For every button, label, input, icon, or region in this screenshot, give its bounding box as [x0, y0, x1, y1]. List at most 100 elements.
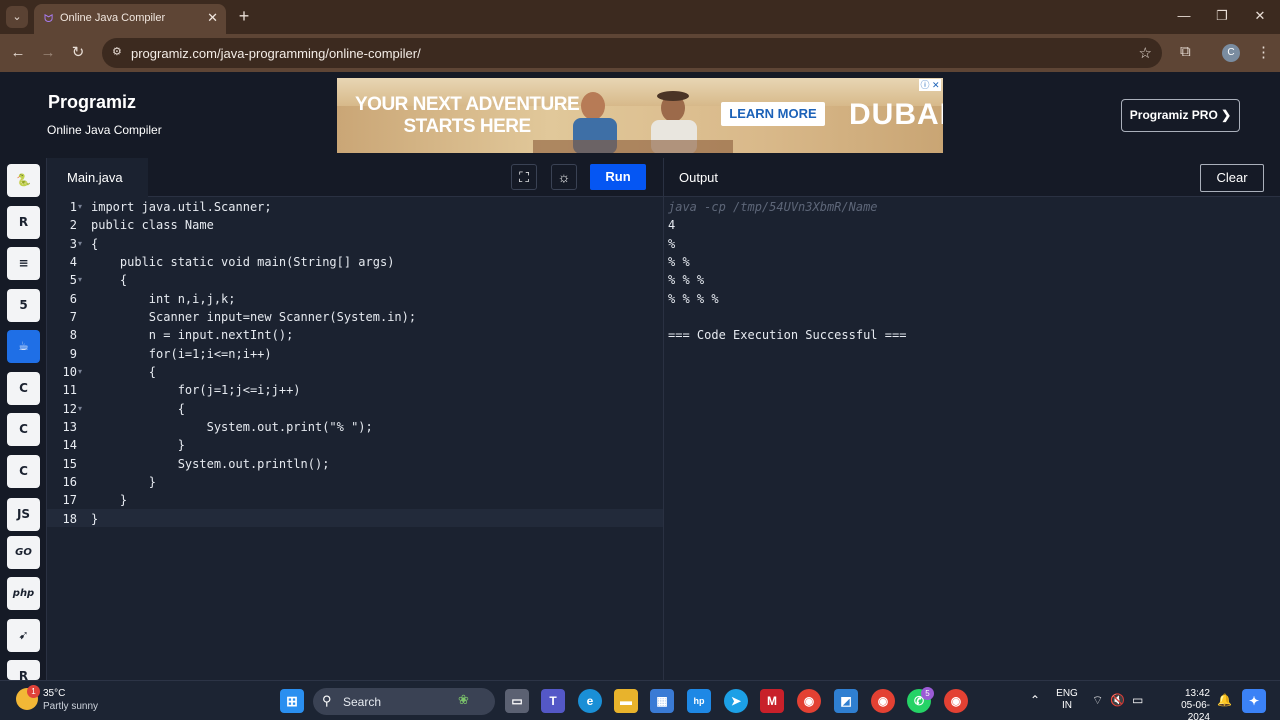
ad-brand-logo: DUBAI: [849, 98, 943, 131]
chrome-icon[interactable]: ◉: [797, 689, 821, 713]
taskbar-search[interactable]: ⚲ Search ❀: [313, 688, 495, 715]
fold-icon[interactable]: ▾: [78, 399, 86, 419]
file-tab-main-java[interactable]: Main.java: [47, 158, 148, 197]
microsoft-store-icon[interactable]: ▦: [650, 689, 674, 713]
wifi-icon[interactable]: ⌔: [1092, 693, 1103, 708]
ad-people-image: [533, 91, 733, 153]
programiz-favicon-icon: ᗢ: [44, 13, 54, 25]
fold-icon[interactable]: ▾: [78, 362, 86, 382]
line-number: 7: [69, 310, 77, 324]
line-number: 5: [69, 273, 77, 287]
new-tab-icon[interactable]: +: [234, 6, 254, 26]
weather-condition[interactable]: Partly sunny: [43, 701, 98, 712]
output-panel[interactable]: java -cp /tmp/54UVn3XbmR/Name 4 % % % % …: [663, 197, 1280, 680]
run-button[interactable]: Run: [590, 164, 646, 190]
volume-muted-icon[interactable]: 🔇: [1110, 693, 1125, 707]
go-icon[interactable]: GO: [7, 536, 40, 569]
tab-close-icon[interactable]: ✕: [207, 10, 218, 26]
code-editor[interactable]: 1 ▾ 2 3 ▾ 4 5 ▾ 6 7 8 9 10 ▾ 11 12 ▾ 13 …: [47, 197, 663, 680]
programiz-pro-button[interactable]: Programiz PRO ❯: [1121, 99, 1240, 132]
csharp-icon[interactable]: C: [7, 455, 40, 488]
fullscreen-icon[interactable]: ⛶: [511, 164, 537, 190]
temperature[interactable]: 35°C: [43, 688, 65, 699]
advertisement-banner[interactable]: YOUR NEXT ADVENTURE STARTS HERE LEARN MO…: [337, 78, 943, 153]
input-language[interactable]: ENG IN: [1056, 688, 1078, 712]
notification-bell-icon[interactable]: 🔔: [1217, 693, 1232, 707]
theme-toggle-icon[interactable]: ☼: [551, 164, 577, 190]
extensions-icon[interactable]: ⧉: [1180, 43, 1191, 60]
sql-icon[interactable]: ≡: [7, 247, 40, 280]
output-line: % % %: [668, 273, 705, 287]
search-label: Search: [343, 695, 382, 709]
teams-icon[interactable]: T: [541, 689, 565, 713]
chrome-active-icon[interactable]: ◉: [944, 689, 968, 713]
fold-icon[interactable]: ▾: [78, 270, 86, 290]
php-icon[interactable]: php: [7, 577, 40, 610]
system-clock[interactable]: 13:42 05-06-2024: [1160, 688, 1210, 720]
line-number: 2: [69, 218, 77, 232]
rust-icon[interactable]: R: [7, 660, 40, 683]
line-number: 12: [62, 402, 77, 416]
code-line: import java.util.Scanner;: [91, 200, 272, 214]
editor-header: Main.java ⛶ ☼ Run: [47, 158, 663, 197]
battery-icon[interactable]: ▭: [1132, 693, 1143, 707]
line-number: 18: [62, 512, 77, 526]
show-hidden-icons-icon[interactable]: ⌃: [1030, 693, 1040, 707]
code-line: }: [91, 512, 99, 526]
code-line: {: [91, 237, 99, 251]
forward-icon[interactable]: →: [38, 43, 58, 63]
tab-search-icon[interactable]: ⌄: [6, 6, 28, 28]
chrome-profile-icon[interactable]: ◉: [871, 689, 895, 713]
python-icon[interactable]: 🐍: [7, 164, 40, 197]
fold-icon[interactable]: ▾: [78, 234, 86, 254]
code-line: for(i=1;i<=n;i++): [91, 347, 272, 361]
swift-icon[interactable]: ➹: [7, 619, 40, 652]
browser-tab[interactable]: ᗢ Online Java Compiler ✕: [34, 4, 226, 34]
back-icon[interactable]: ←: [8, 43, 28, 63]
browser-menu-icon[interactable]: ⋮: [1256, 43, 1271, 61]
profile-avatar[interactable]: C: [1222, 44, 1240, 62]
photos-icon[interactable]: ◩: [834, 689, 858, 713]
code-line: System.out.print("% ");: [91, 420, 373, 434]
windows-start-icon[interactable]: ⊞: [280, 689, 304, 713]
ad-learn-more-button[interactable]: LEARN MORE: [721, 102, 825, 126]
programiz-logo[interactable]: Programiz: [48, 92, 136, 113]
fold-icon[interactable]: ▾: [78, 197, 86, 217]
language-sidebar: 🐍 R ≡ 5 ☕ C C C JS GO php ➹ R: [0, 158, 47, 683]
line-gutter: 1 ▾ 2 3 ▾ 4 5 ▾ 6 7 8 9 10 ▾ 11 12 ▾ 13 …: [47, 197, 89, 680]
whatsapp-badge: 5: [921, 687, 934, 700]
output-line: % % % %: [668, 292, 719, 306]
copilot-icon[interactable]: ✦: [1242, 689, 1266, 713]
javascript-icon[interactable]: JS: [7, 498, 40, 531]
reload-icon[interactable]: ↻: [68, 43, 88, 63]
address-bar[interactable]: ⚙ programiz.com/java-programming/online-…: [102, 38, 1162, 68]
clear-button[interactable]: Clear: [1200, 164, 1264, 192]
code-line: }: [91, 475, 157, 489]
line-number: 16: [62, 475, 77, 489]
minimize-icon[interactable]: —: [1174, 8, 1194, 23]
output-line: 4: [668, 218, 676, 232]
html-icon[interactable]: 5: [7, 289, 40, 322]
line-number: 4: [69, 255, 77, 269]
compiler-subtitle: Online Java Compiler: [47, 123, 162, 137]
tab-title: Online Java Compiler: [60, 12, 166, 24]
hp-icon[interactable]: hp: [687, 689, 711, 713]
browser-tabstrip: ⌄ ᗢ Online Java Compiler ✕ + — ❐ ✕: [0, 0, 1280, 34]
edge-icon[interactable]: e: [578, 689, 602, 713]
ad-choices-icon[interactable]: ⓘ ✕: [919, 79, 941, 91]
maximize-icon[interactable]: ❐: [1212, 8, 1232, 24]
task-view-icon[interactable]: ▭: [505, 689, 529, 713]
file-explorer-icon[interactable]: ▬: [614, 689, 638, 713]
telegram-icon[interactable]: ➤: [724, 689, 748, 713]
r-icon[interactable]: R: [7, 206, 40, 239]
cpp-icon[interactable]: C: [7, 413, 40, 446]
java-icon[interactable]: ☕: [7, 330, 40, 363]
screen: ⌄ ᗢ Online Java Compiler ✕ + — ❐ ✕ ← → ↻…: [0, 0, 1280, 720]
bookmark-star-icon[interactable]: ☆: [1139, 44, 1152, 62]
output-line: %: [668, 237, 676, 251]
site-info-icon[interactable]: ⚙: [112, 45, 122, 58]
window-close-icon[interactable]: ✕: [1250, 8, 1270, 24]
c-icon[interactable]: C: [7, 372, 40, 405]
code-line: {: [91, 402, 185, 416]
mcafee-icon[interactable]: M: [760, 689, 784, 713]
